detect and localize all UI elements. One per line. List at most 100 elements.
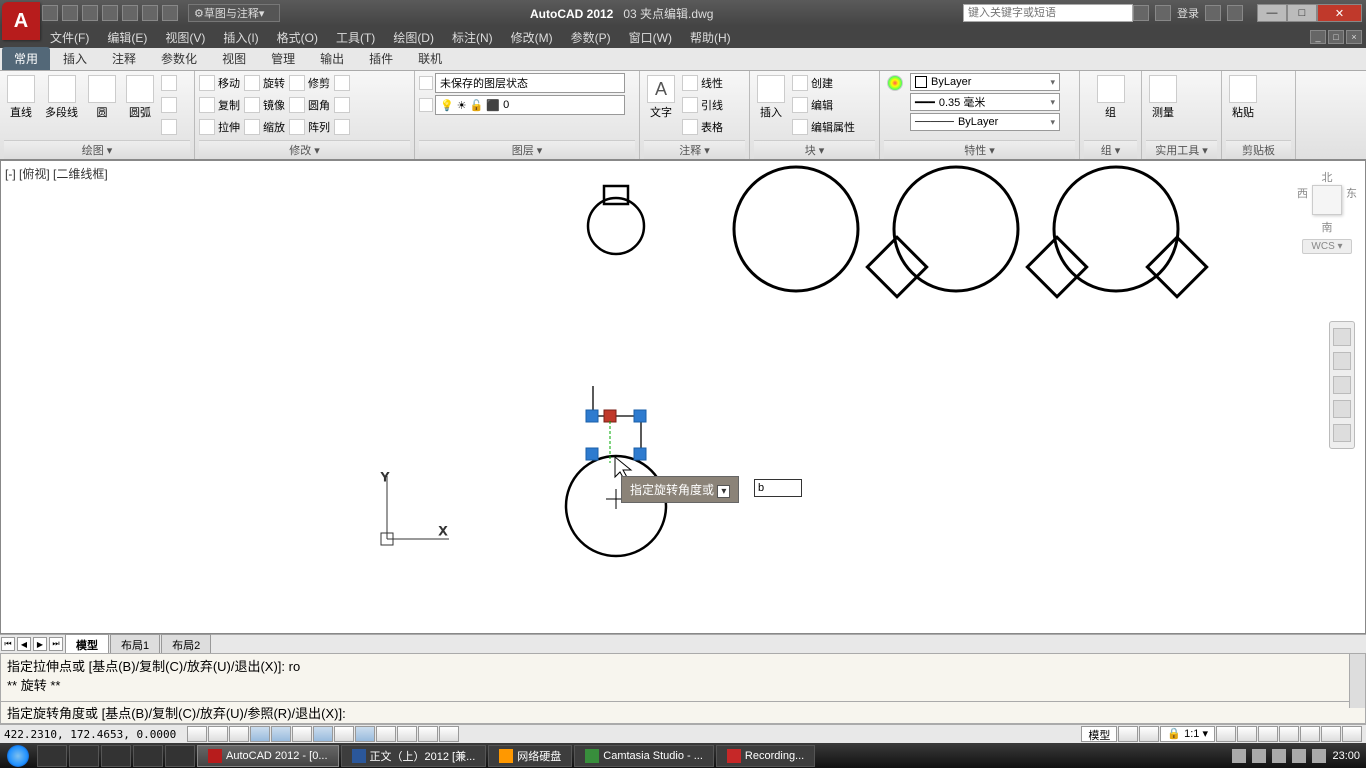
text-button[interactable]: A文字: [644, 73, 678, 122]
qp-toggle[interactable]: [418, 726, 438, 742]
tray-volume-icon[interactable]: [1312, 749, 1326, 763]
panel-clip-title[interactable]: 剪贴板: [1226, 140, 1291, 159]
pinned-explorer[interactable]: [37, 745, 67, 767]
tab-next-button[interactable]: ▶: [33, 637, 47, 651]
layer-extra-icon[interactable]: [419, 98, 433, 112]
edit-block-button[interactable]: 编辑: [792, 95, 855, 115]
pinned-app2[interactable]: [165, 745, 195, 767]
maximize-button[interactable]: □: [1287, 4, 1317, 22]
layer-combo[interactable]: 💡 ☀ 🔓 ⬛ 0: [435, 95, 625, 115]
plot-icon[interactable]: [122, 5, 138, 21]
panel-util-title[interactable]: 实用工具 ▾: [1146, 140, 1217, 159]
ducs-toggle[interactable]: [334, 726, 354, 742]
task-autocad[interactable]: AutoCAD 2012 - [0...: [197, 745, 339, 767]
dynamic-input[interactable]: [754, 479, 802, 497]
viewcube[interactable]: 北 西东 南 WCS ▾: [1297, 169, 1357, 254]
clock[interactable]: 23:00: [1332, 750, 1360, 762]
panel-layer-title[interactable]: 图层 ▾: [419, 140, 635, 159]
menu-draw[interactable]: 绘图(D): [385, 27, 442, 48]
isolate-objects-button[interactable]: [1321, 726, 1341, 742]
osnap-toggle[interactable]: [271, 726, 291, 742]
start-button[interactable]: [0, 743, 36, 768]
tab-parametric[interactable]: 参数化: [149, 47, 209, 70]
system-tray[interactable]: 23:00: [1226, 749, 1366, 763]
panel-group-title[interactable]: 组 ▾: [1084, 140, 1137, 159]
panel-draw-title[interactable]: 绘图 ▾: [4, 140, 190, 159]
task-camtasia[interactable]: Camtasia Studio - ...: [574, 745, 714, 767]
move-button[interactable]: 移动: [199, 73, 240, 93]
copy-button[interactable]: 复制: [199, 95, 240, 115]
table-button[interactable]: 表格: [682, 117, 723, 137]
nav-bar[interactable]: [1329, 321, 1355, 449]
task-recording[interactable]: Recording...: [716, 745, 815, 767]
snap-toggle[interactable]: [187, 726, 207, 742]
color-combo[interactable]: ByLayer: [910, 73, 1060, 91]
menu-window[interactable]: 窗口(W): [621, 27, 680, 48]
tray-flag-icon[interactable]: [1252, 749, 1266, 763]
tray-ime-icon[interactable]: [1272, 749, 1286, 763]
otrack-toggle[interactable]: [313, 726, 333, 742]
tab-first-button[interactable]: ⏮: [1, 637, 15, 651]
linear-dim-button[interactable]: 线性: [682, 73, 723, 93]
hardware-accel-button[interactable]: [1300, 726, 1320, 742]
command-history[interactable]: 指定拉伸点或 [基点(B)/复制(C)/放弃(U)/退出(X)]: ro ** …: [0, 653, 1366, 724]
draw-extra-3[interactable]: [161, 117, 177, 137]
panel-block-title[interactable]: 块 ▾: [754, 140, 875, 159]
panel-annot-title[interactable]: 注释 ▾: [644, 140, 745, 159]
menu-view[interactable]: 视图(V): [157, 27, 213, 48]
linetype-combo[interactable]: ───── ByLayer: [910, 113, 1060, 131]
open-icon[interactable]: [62, 5, 78, 21]
search-input[interactable]: [963, 4, 1133, 22]
mirror-button[interactable]: 镜像: [244, 95, 285, 115]
login-button[interactable]: 登录: [1177, 5, 1199, 21]
layer-state-combo[interactable]: 未保存的图层状态: [435, 73, 625, 93]
match-props-button[interactable]: [884, 73, 906, 93]
menu-file[interactable]: 文件(F): [42, 27, 97, 48]
tab-model[interactable]: 模型: [65, 634, 109, 655]
sc-toggle[interactable]: [439, 726, 459, 742]
paste-button[interactable]: 粘贴: [1226, 73, 1260, 122]
fullnav-icon[interactable]: [1333, 328, 1351, 346]
workspace-selector[interactable]: ⚙ 草图与注释 ▾: [188, 4, 280, 22]
group-button[interactable]: 组: [1094, 73, 1128, 122]
menu-insert[interactable]: 插入(I): [215, 27, 266, 48]
menu-param[interactable]: 参数(P): [563, 27, 619, 48]
showmotion-icon[interactable]: [1333, 424, 1351, 442]
menu-edit[interactable]: 编辑(E): [99, 27, 155, 48]
create-block-button[interactable]: 创建: [792, 73, 855, 93]
leader-button[interactable]: 引线: [682, 95, 723, 115]
arc-button[interactable]: 圆弧: [123, 73, 157, 122]
ortho-toggle[interactable]: [229, 726, 249, 742]
exchange-icon[interactable]: [1205, 5, 1221, 21]
minimize-button[interactable]: —: [1257, 4, 1287, 22]
circle-button[interactable]: 圆: [85, 73, 119, 122]
tray-expand-icon[interactable]: [1232, 749, 1246, 763]
close-button[interactable]: ✕: [1317, 4, 1362, 22]
task-netdisk[interactable]: 网络硬盘: [488, 745, 572, 767]
signin-icon[interactable]: [1155, 5, 1171, 21]
grid-toggle[interactable]: [208, 726, 228, 742]
redo-icon[interactable]: [162, 5, 178, 21]
drawing-area[interactable]: [-] [俯视] [二维线框] 北 西东 南 WCS ▾: [0, 160, 1366, 634]
new-icon[interactable]: [42, 5, 58, 21]
orbit-icon[interactable]: [1333, 400, 1351, 418]
layer-props-button[interactable]: [419, 76, 433, 90]
tab-online[interactable]: 联机: [406, 47, 454, 70]
menu-dim[interactable]: 标注(N): [444, 27, 501, 48]
measure-button[interactable]: 测量: [1146, 73, 1180, 122]
pinned-app1[interactable]: [133, 745, 163, 767]
coords-display[interactable]: 422.2310, 172.4653, 0.0000: [4, 728, 176, 741]
modelspace-button[interactable]: 模型: [1081, 726, 1117, 742]
pinned-ie[interactable]: [69, 745, 99, 767]
help-icon[interactable]: [1227, 5, 1243, 21]
quickview-layouts[interactable]: [1118, 726, 1138, 742]
tpy-toggle[interactable]: [397, 726, 417, 742]
doc-restore-button[interactable]: □: [1328, 30, 1344, 44]
wcs-badge[interactable]: WCS ▾: [1302, 239, 1351, 254]
lineweight-combo[interactable]: ━━━ 0.35 毫米: [910, 93, 1060, 111]
draw-extra-2[interactable]: [161, 95, 177, 115]
draw-extra-1[interactable]: [161, 73, 177, 93]
tab-insert[interactable]: 插入: [51, 47, 99, 70]
polyline-button[interactable]: 多段线: [42, 73, 81, 122]
search-icon[interactable]: [1133, 5, 1149, 21]
